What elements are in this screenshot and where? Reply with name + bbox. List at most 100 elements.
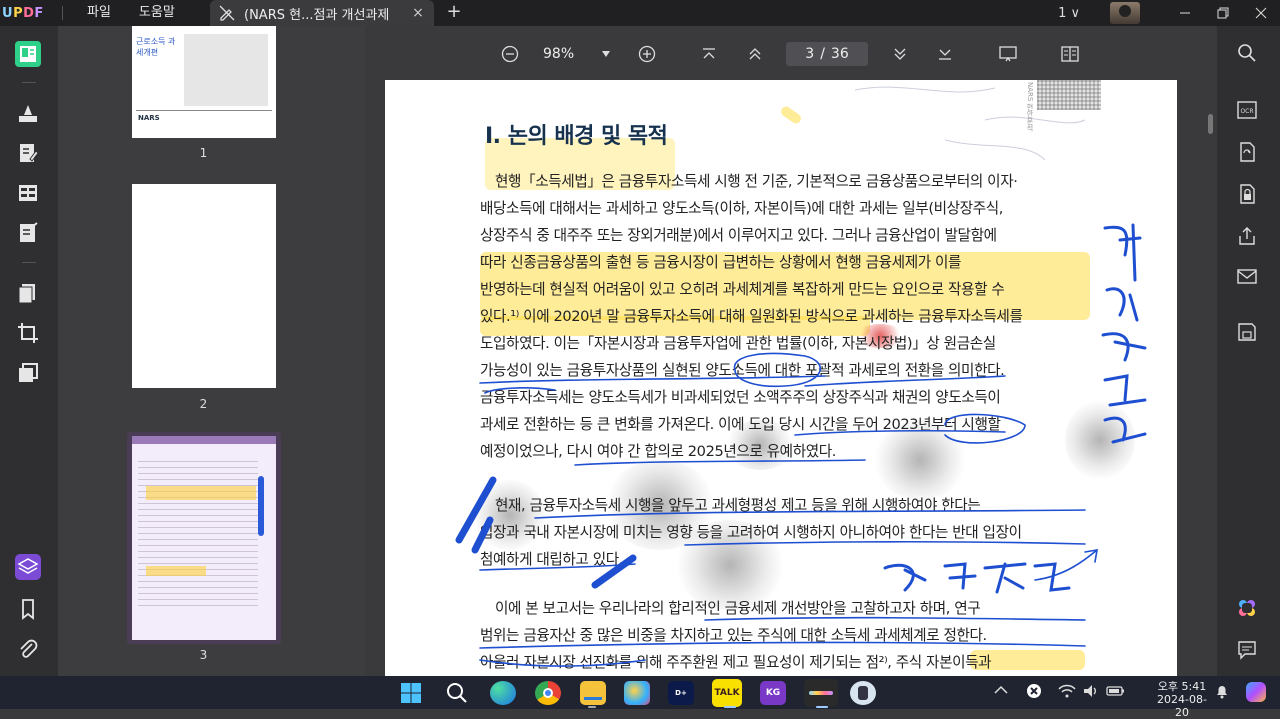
start-button[interactable] [398, 681, 424, 705]
crop-icon [18, 323, 38, 343]
menu-help[interactable]: 도움말 [125, 0, 189, 26]
close-tab-icon[interactable]: × [410, 5, 426, 21]
share-button[interactable] [1235, 224, 1259, 248]
battery-icon[interactable] [1106, 684, 1126, 702]
close-window-button[interactable] [1242, 0, 1280, 26]
thumbnail-label: 1 [199, 146, 208, 160]
tray-app-icon[interactable] [1026, 683, 1042, 703]
volume-icon[interactable] [1082, 684, 1100, 702]
document-viewer[interactable]: NARS 현안분석 Ⅰ. 논의 배경 및 목적 현행「소득세법」은 금융투자소득… [365, 80, 1217, 676]
thumb-top-bar [132, 436, 276, 444]
first-page-button[interactable] [699, 44, 719, 64]
updf-logo[interactable]: UPDF [0, 0, 52, 26]
new-tab-button[interactable]: + [444, 0, 464, 26]
edit-pdf-button[interactable] [15, 140, 41, 166]
convert-pdf-button[interactable] [1235, 140, 1259, 164]
sign-doc-icon [20, 222, 38, 242]
thumbnail-page-3[interactable] [132, 436, 276, 640]
window-count-dropdown[interactable]: 1 ∨ [1058, 6, 1080, 21]
thumb-pen-mark [258, 476, 264, 536]
copilot-icon[interactable] [1244, 680, 1268, 708]
menu-file[interactable]: 파일 [73, 0, 125, 26]
chrome-app[interactable] [535, 681, 561, 705]
last-page-button[interactable] [935, 44, 955, 64]
handwriting-stroke [1105, 287, 1139, 322]
qr-code [1037, 80, 1101, 110]
stack-icon [17, 558, 39, 574]
zoom-level[interactable]: 98% [543, 46, 574, 62]
organize-pages-button[interactable] [15, 280, 41, 306]
ai-assistant-button[interactable] [1235, 596, 1259, 620]
double-chevron-up-icon [749, 48, 761, 60]
edge-app[interactable] [490, 681, 516, 705]
zoom-dropdown[interactable] [599, 44, 613, 64]
paragraph-line: 금융투자소득세는 양도소득세가 비과세되었던 소액주주의 상장주식과 채권의 양… [480, 389, 1001, 406]
thumbnail-page-2[interactable] [132, 184, 276, 388]
tray-overflow-icon[interactable] [994, 684, 1008, 699]
form-tool-button[interactable] [15, 180, 41, 206]
fill-sign-button[interactable] [15, 220, 41, 246]
paragraph-line: 입장과 국내 자본시장에 미치는 영향 등을 고려하여 시행하지 아니하여야 한… [480, 524, 1022, 541]
vertical-scrollbar[interactable] [1208, 114, 1213, 134]
system-clock[interactable]: 오후 5:41 2024-08-20 [1152, 680, 1212, 719]
view-toolbar: 98% 3 / 36 [365, 26, 1217, 80]
lock-doc-icon [1240, 184, 1255, 204]
kg-app[interactable]: KG [760, 681, 786, 705]
active-indicator [724, 706, 736, 708]
paragraph-line: 상장주식 중 대주주 또는 장외거래분)에서 이루어지고 있다. 그러나 금융산… [480, 227, 997, 244]
user-avatar[interactable] [1110, 2, 1140, 24]
first-page-icon [703, 48, 715, 59]
handwriting-stroke [1103, 374, 1147, 407]
chrome-icon [543, 688, 553, 698]
comment-icon [1238, 641, 1256, 660]
bookmarks-button[interactable] [15, 596, 41, 622]
pdf-page[interactable]: NARS 현안분석 Ⅰ. 논의 배경 및 목적 현행「소득세법」은 금융투자소득… [385, 80, 1177, 676]
comment-tool-button[interactable] [15, 100, 41, 126]
file-explorer-app[interactable] [580, 681, 606, 705]
presentation-button[interactable] [997, 44, 1019, 64]
wifi-icon[interactable] [1058, 684, 1076, 702]
page-number-input[interactable]: 3 / 36 [786, 42, 868, 66]
highlighter-icon [19, 105, 37, 122]
total-pages: 36 [830, 46, 849, 62]
search-button[interactable] [1235, 41, 1259, 65]
ai-icon [1239, 600, 1255, 616]
thumbnail-page-1[interactable]: 근로소득 과세개편 NARS [132, 26, 276, 138]
divider [62, 6, 63, 20]
next-page-button[interactable] [890, 44, 910, 64]
zoom-in-button[interactable] [637, 44, 657, 64]
email-button[interactable] [1235, 264, 1259, 288]
faint-pencil-mark [854, 86, 996, 93]
attachments-button[interactable] [15, 636, 41, 662]
page-layout-button[interactable] [1059, 44, 1081, 64]
document-tab[interactable]: (NARS 현...점과 개선과제 × [210, 0, 434, 26]
title-bar: UPDF 파일 도움말 (NARS 현...점과 개선과제 × + 1 ∨ [0, 0, 1280, 26]
ocr-button[interactable]: OCR [1235, 98, 1259, 122]
zoom-out-icon [501, 45, 519, 63]
save-button[interactable] [1235, 320, 1259, 344]
windows-logo-icon [401, 683, 421, 703]
reader-mode-button[interactable] [15, 41, 41, 67]
page-tools-button[interactable] [15, 360, 41, 386]
comments-panel-button[interactable] [1235, 638, 1259, 662]
restore-button[interactable] [1204, 0, 1242, 26]
ocr-icon: OCR [1237, 101, 1257, 119]
updf-app[interactable] [804, 679, 838, 707]
notification-bell-icon[interactable] [1214, 683, 1230, 703]
paragraph-line: 가능성이 있는 금융투자상품의 실현된 양도소득에 대한 포괄적 과세로의 전환… [480, 362, 1005, 379]
crop-pages-button[interactable] [15, 320, 41, 346]
protect-pdf-button[interactable] [1235, 182, 1259, 206]
taskbar-search-button[interactable] [444, 681, 470, 705]
paragraph-line: 따라 신종금융상품의 출현 등 금융시장이 급변하는 상황에서 현행 금융세제가… [480, 254, 962, 271]
other-app[interactable] [850, 681, 876, 705]
layers-button[interactable] [15, 554, 41, 580]
thumb-highlight [146, 486, 256, 500]
zoom-out-button[interactable] [500, 44, 520, 64]
kakaotalk-app[interactable]: TALK [712, 679, 742, 707]
minimize-button[interactable] [1166, 0, 1204, 26]
paint-app[interactable] [624, 681, 650, 705]
search-icon [447, 683, 467, 703]
disney-plus-app[interactable]: D+ [668, 681, 694, 705]
form-icon [19, 185, 37, 201]
previous-page-button[interactable] [745, 44, 765, 64]
